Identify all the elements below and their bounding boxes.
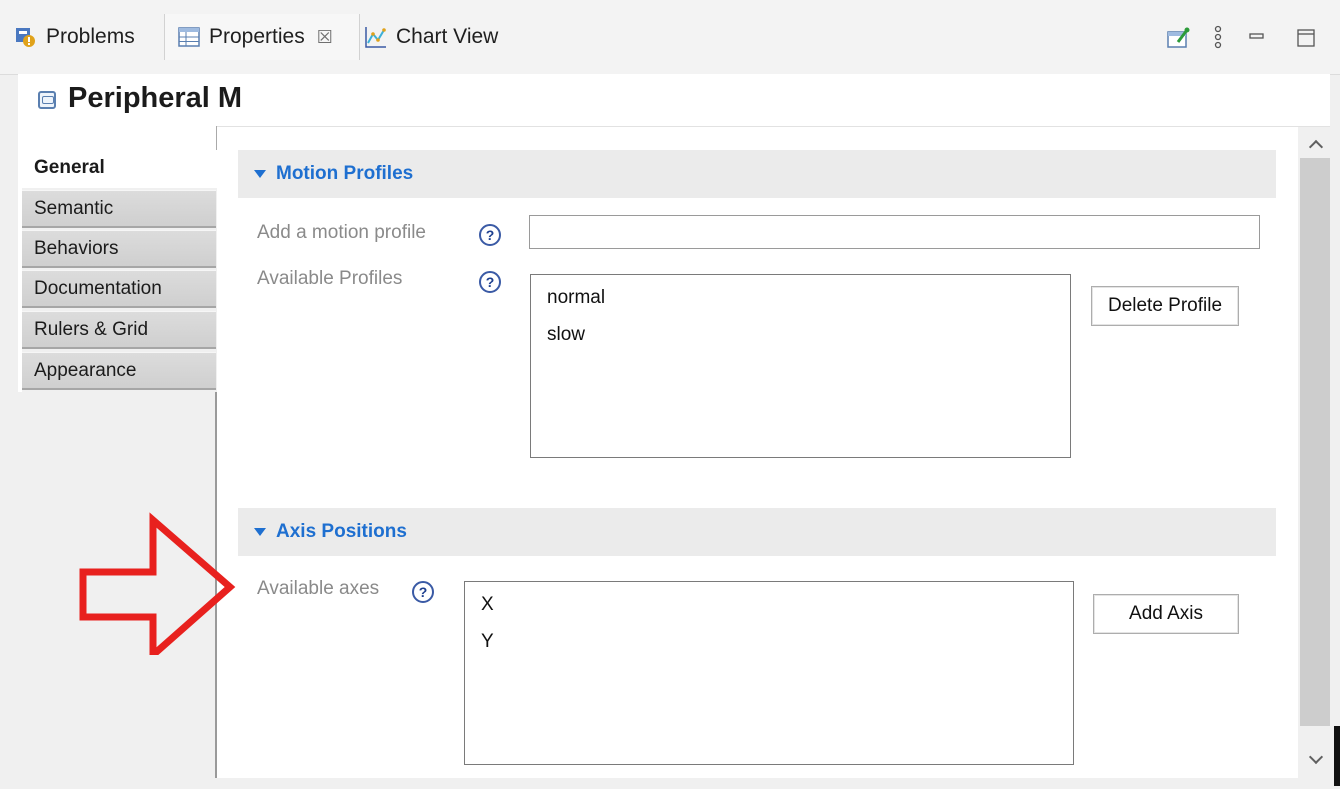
delete-profile-button[interactable]: Delete Profile	[1091, 286, 1239, 326]
list-item[interactable]: Y	[465, 629, 1073, 666]
close-icon[interactable]: ☒	[317, 27, 333, 48]
sidebar-item-semantic[interactable]: Semantic	[22, 190, 216, 228]
sidebar-item-label: Documentation	[34, 278, 162, 299]
sidebar-item-label: Behaviors	[34, 238, 119, 259]
help-icon[interactable]: ?	[479, 224, 501, 246]
collapse-triangle-icon	[254, 170, 266, 178]
add-motion-profile-input[interactable]	[529, 215, 1260, 249]
available-axes-label: Available axes	[257, 578, 380, 599]
view-tab-bar: Problems Properties ☒ Chart View	[0, 0, 1340, 75]
annotation-arrow-icon	[79, 512, 236, 655]
properties-header: Peripheral M	[18, 74, 1330, 127]
add-motion-profile-label: Add a motion profile	[257, 222, 426, 243]
peripheral-icon	[38, 91, 56, 109]
pin-editor-icon[interactable]	[1164, 24, 1192, 52]
tab-chart-view[interactable]: Chart View	[364, 14, 524, 60]
tab-properties-label: Properties	[209, 25, 305, 48]
sidebar-item-behaviors[interactable]: Behaviors	[22, 230, 216, 268]
sidebar-item-rulers-grid[interactable]: Rulers & Grid	[22, 311, 216, 349]
sidebar-item-documentation[interactable]: Documentation	[22, 270, 216, 308]
help-icon[interactable]: ?	[479, 271, 501, 293]
section-motion-profiles[interactable]: Motion Profiles	[238, 150, 1276, 198]
view-menu-icon[interactable]	[1204, 24, 1232, 52]
maximize-icon[interactable]	[1292, 24, 1320, 52]
tab-problems[interactable]: Problems	[14, 14, 164, 60]
chart-view-icon	[364, 25, 388, 49]
sidebar-item-label: Rulers & Grid	[34, 319, 149, 340]
section-axis-positions[interactable]: Axis Positions	[238, 508, 1276, 556]
list-item[interactable]: slow	[531, 322, 1070, 359]
profiles-list[interactable]: normal slow	[530, 274, 1071, 458]
section-title: Motion Profiles	[276, 163, 414, 184]
sidebar-item-label: Semantic	[34, 198, 114, 219]
tab-problems-label: Problems	[46, 25, 135, 48]
sidebar-item-general[interactable]: General	[22, 150, 218, 188]
sidebar-item-label: Appearance	[34, 360, 137, 381]
tab-chart-view-label: Chart View	[396, 25, 499, 48]
scrollbar-thumb[interactable]	[1300, 158, 1330, 726]
page-title: Peripheral M	[68, 82, 243, 114]
minimize-icon[interactable]	[1242, 24, 1270, 52]
problems-icon	[14, 25, 38, 49]
list-item[interactable]: X	[465, 592, 1073, 629]
tab-properties[interactable]: Properties ☒	[164, 14, 360, 60]
sidebar-item-label: General	[34, 157, 105, 178]
collapse-triangle-icon	[254, 528, 266, 536]
axes-list[interactable]: X Y	[464, 581, 1074, 765]
add-axis-button[interactable]: Add Axis	[1093, 594, 1239, 634]
window-edge	[1334, 726, 1340, 786]
sidebar-item-appearance[interactable]: Appearance	[22, 352, 216, 390]
help-icon[interactable]: ?	[412, 581, 434, 603]
available-profiles-label: Available Profiles	[257, 268, 403, 289]
list-item[interactable]: normal	[531, 285, 1070, 322]
properties-icon	[177, 25, 201, 49]
sidebar-top-spacer	[18, 126, 217, 151]
section-title: Axis Positions	[276, 521, 407, 542]
